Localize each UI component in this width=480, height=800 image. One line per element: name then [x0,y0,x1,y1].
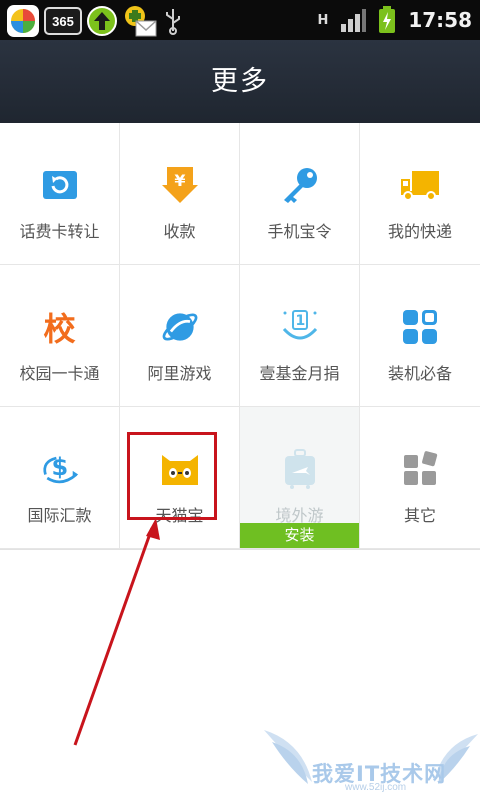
watermark-url: www.52ij.com [345,782,407,793]
annotation-arrow [73,518,160,746]
